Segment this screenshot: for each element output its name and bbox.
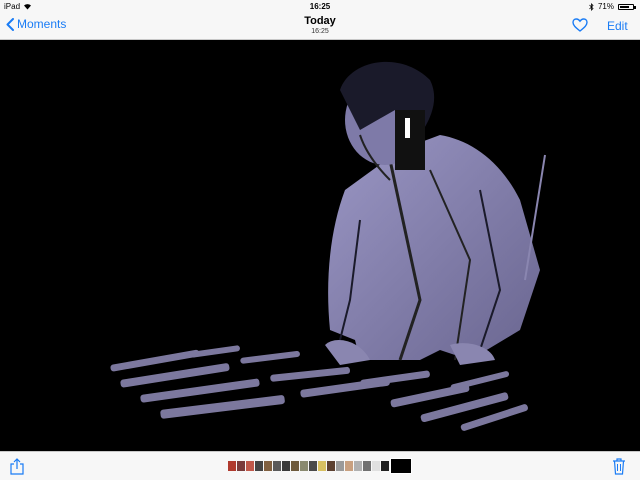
filmstrip-thumb[interactable]	[282, 461, 290, 471]
edit-button[interactable]: Edit	[607, 19, 628, 33]
filmstrip-thumb[interactable]	[246, 461, 254, 471]
favorite-button[interactable]	[572, 18, 588, 37]
filmstrip-thumb[interactable]	[291, 461, 299, 471]
filmstrip-thumb[interactable]	[327, 461, 335, 471]
photo-view[interactable]	[0, 40, 640, 451]
filmstrip-thumb[interactable]	[345, 461, 353, 471]
battery-fill	[620, 5, 629, 8]
filmstrip-thumb[interactable]	[363, 461, 371, 471]
bluetooth-icon	[589, 2, 594, 11]
filmstrip-thumb[interactable]	[336, 461, 344, 471]
chevron-left-icon	[6, 17, 14, 31]
filmstrip-thumb[interactable]	[318, 461, 326, 471]
photo-image	[110, 61, 546, 431]
trash-icon	[613, 458, 625, 475]
filmstrip-thumb[interactable]	[264, 461, 272, 471]
filmstrip-thumb[interactable]	[255, 461, 263, 471]
status-right: 71%	[589, 2, 636, 11]
subtitle-text: 16:25	[311, 28, 329, 35]
filmstrip-thumb[interactable]	[237, 461, 245, 471]
filmstrip-thumb[interactable]	[273, 461, 281, 471]
battery-icon	[618, 3, 636, 10]
title-text: Today	[304, 15, 336, 27]
filmstrip-thumb[interactable]	[309, 461, 317, 471]
navigation-bar: Moments Today 16:25 Edit	[0, 12, 640, 40]
status-time: 16:25	[309, 2, 331, 11]
filmstrip-thumb[interactable]	[228, 461, 236, 471]
filmstrip-thumb[interactable]	[372, 461, 380, 471]
filmstrip-thumb[interactable]	[381, 461, 389, 471]
back-button[interactable]: Moments	[6, 17, 66, 31]
delete-button[interactable]	[612, 458, 626, 480]
filmstrip-thumb[interactable]	[354, 461, 362, 471]
filmstrip-thumb[interactable]	[300, 461, 308, 471]
share-button[interactable]	[10, 458, 24, 480]
battery-percent: 71%	[597, 2, 614, 11]
page-title: Today 16:25	[220, 15, 420, 37]
heart-icon	[572, 18, 588, 32]
share-icon	[10, 458, 24, 475]
filmstrip-thumb-selected[interactable]	[390, 458, 412, 474]
back-label: Moments	[17, 17, 67, 31]
bottom-toolbar	[0, 451, 640, 480]
filmstrip[interactable]	[228, 458, 412, 474]
status-bar: iPad 16:25 71%	[0, 0, 640, 12]
